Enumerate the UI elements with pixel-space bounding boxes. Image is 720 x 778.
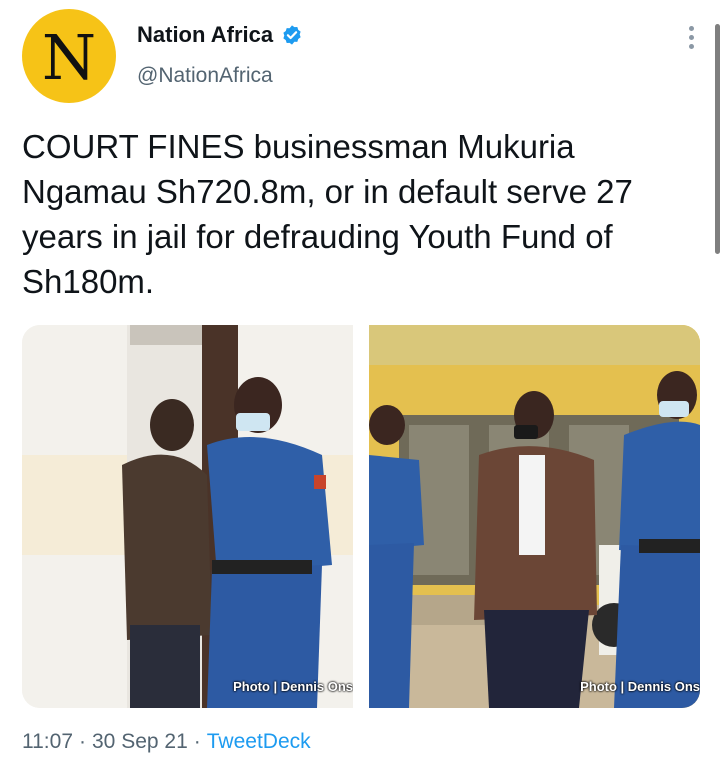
author-name-row: Nation Africa: [137, 22, 303, 48]
photo-credit: Photo | Dennis Ons: [580, 679, 700, 694]
avatar-logo-letter: N: [41, 21, 97, 94]
tweet-text: COURT FINES businessman Mukuria Ngamau S…: [22, 128, 633, 300]
tweet-meta: 11:07 · 30 Sep 21 · TweetDeck: [22, 730, 311, 754]
tweet-media: Photo | Dennis Ons Photo | Dennis Ons: [22, 325, 700, 708]
photo-escort[interactable]: Photo | Dennis Ons: [369, 325, 700, 708]
tweet-date[interactable]: 30 Sep 21: [92, 730, 188, 754]
photo-doorway-image: [22, 325, 353, 708]
photo-doorway[interactable]: Photo | Dennis Ons: [22, 325, 353, 708]
tweet-source-link[interactable]: TweetDeck: [207, 730, 311, 754]
display-name[interactable]: Nation Africa: [137, 22, 273, 48]
photo-credit: Photo | Dennis Ons: [233, 679, 353, 694]
tweet-time[interactable]: 11:07: [22, 730, 73, 754]
account-handle[interactable]: @NationAfrica: [137, 64, 273, 88]
meta-separator: ·: [79, 730, 86, 753]
photo-escort-image: [369, 325, 700, 708]
scrollbar[interactable]: [715, 24, 720, 254]
more-options-icon[interactable]: [689, 26, 694, 49]
meta-separator: ·: [193, 730, 201, 753]
avatar[interactable]: N: [22, 9, 116, 103]
verified-badge-icon: [283, 25, 301, 45]
